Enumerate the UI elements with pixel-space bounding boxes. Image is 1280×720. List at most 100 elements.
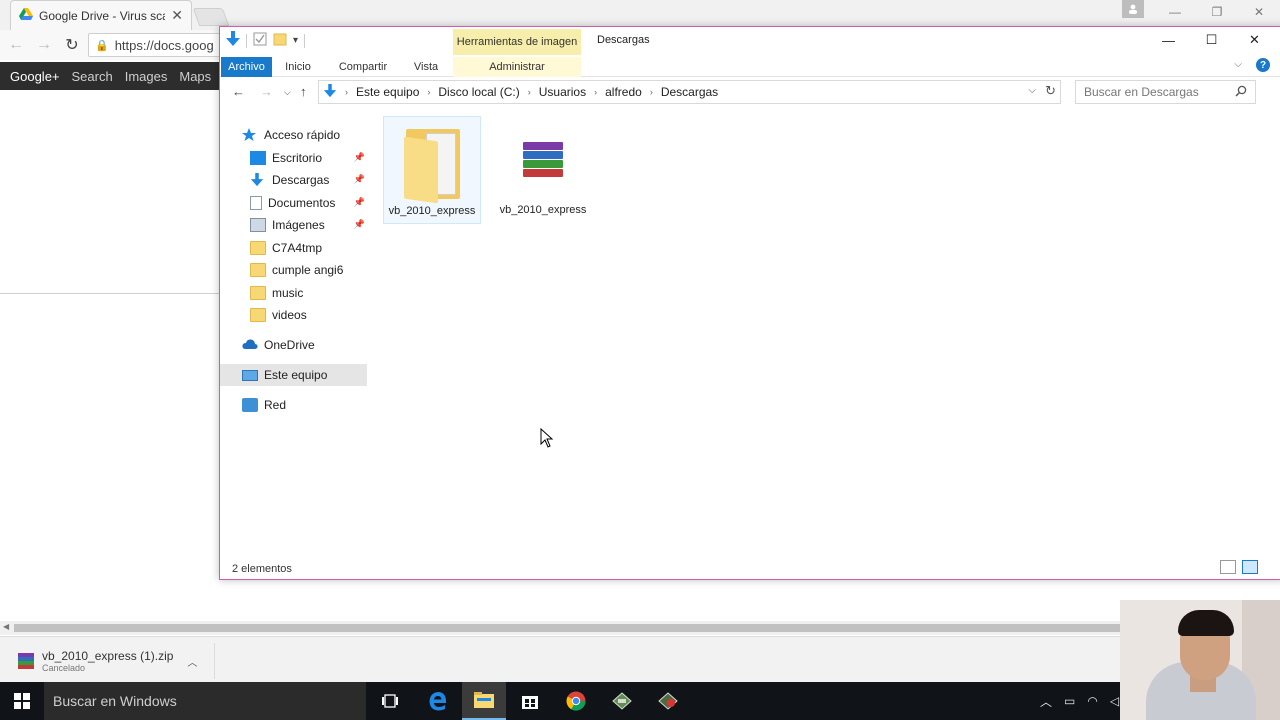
google-bar-link-plus[interactable]: Google+ <box>10 69 60 84</box>
breadcrumb-usuarios[interactable]: Usuarios <box>539 85 586 99</box>
new-tab-button[interactable] <box>192 8 230 26</box>
app-icon-green[interactable] <box>600 682 644 720</box>
file-explorer-taskbar-icon[interactable] <box>462 682 506 720</box>
sidebar-item-imagenes[interactable]: Imágenes 📌 <box>250 214 367 236</box>
google-bar-link-search[interactable]: Search <box>72 69 113 84</box>
up-arrow-icon[interactable]: ↑ <box>300 84 307 99</box>
divider <box>0 293 220 294</box>
forward-arrow-icon[interactable]: → <box>36 36 52 54</box>
search-input[interactable]: Buscar en Descargas <box>1075 80 1256 104</box>
properties-icon[interactable] <box>253 32 267 49</box>
navigation-pane: Acceso rápido Escritorio 📌 Descargas 📌 D… <box>220 123 368 423</box>
address-bar[interactable]: 🔒 https://docs.goog <box>88 33 228 57</box>
explorer-window-controls: — ☐ ✕ <box>1147 27 1276 53</box>
chrome-tab-google-drive[interactable]: Google Drive - Virus sca ✕ <box>10 0 192 30</box>
system-tray: ︿ ▭ ◠ ◁ <box>1040 682 1119 720</box>
breadcrumb[interactable]: › Este equipo › Disco local (C:) › Usuar… <box>318 80 1061 104</box>
breadcrumb-disco-local[interactable]: Disco local (C:) <box>438 85 519 99</box>
maximize-icon[interactable]: ☐ <box>1190 27 1233 53</box>
minimize-icon[interactable]: — <box>1154 0 1196 24</box>
scrollbar-thumb[interactable] <box>14 624 1264 632</box>
sidebar-item-descargas[interactable]: Descargas 📌 <box>250 169 367 191</box>
edge-browser-icon[interactable] <box>416 682 460 720</box>
google-bar-link-images[interactable]: Images <box>125 69 168 84</box>
details-view-icon[interactable] <box>1220 560 1236 574</box>
sidebar-item-onedrive[interactable]: OneDrive <box>242 334 367 356</box>
customize-toolbar-icon[interactable]: ▾ <box>293 35 298 46</box>
tab-administrar[interactable]: Administrar <box>453 57 581 77</box>
volume-icon[interactable]: ◁ <box>1110 694 1119 708</box>
ribbon-tabs: Archivo Inicio Compartir Vista Administr… <box>220 55 1280 77</box>
sidebar-item-red[interactable]: Red <box>242 394 367 416</box>
breadcrumb-este-equipo[interactable]: Este equipo <box>356 85 419 99</box>
pin-icon: 📌 <box>353 174 365 184</box>
folder-icon <box>250 263 266 277</box>
breadcrumb-descargas[interactable]: Descargas <box>661 85 718 99</box>
sidebar-item-videos[interactable]: videos <box>250 304 367 326</box>
chevron-right-icon[interactable]: › <box>594 87 597 97</box>
chrome-icon[interactable] <box>554 682 598 720</box>
close-icon[interactable]: ✕ <box>1238 0 1280 24</box>
tab-inicio[interactable]: Inicio <box>277 57 319 77</box>
chevron-down-icon[interactable]: ⌵ <box>1028 85 1036 96</box>
chevron-up-icon[interactable]: ︿ <box>1040 693 1052 710</box>
close-icon[interactable]: ✕ <box>1233 27 1276 53</box>
taskbar-search-input[interactable]: Buscar en Windows <box>44 682 366 720</box>
battery-icon[interactable]: ▭ <box>1064 694 1075 708</box>
back-arrow-icon[interactable]: ← <box>8 36 24 54</box>
tab-compartir[interactable]: Compartir <box>333 57 393 77</box>
sidebar-item-music[interactable]: music <box>250 282 367 304</box>
tab-vista[interactable]: Vista <box>408 57 444 77</box>
sidebar-item-documentos[interactable]: Documentos 📌 <box>250 192 367 214</box>
close-icon[interactable]: ✕ <box>171 7 183 24</box>
computer-icon <box>242 369 258 381</box>
sidebar-item-este-equipo[interactable]: Este equipo <box>220 364 367 386</box>
horizontal-scrollbar[interactable]: ◀ <box>0 621 1280 635</box>
quick-access-toolbar: ▾ <box>226 31 306 50</box>
google-bar-link-maps[interactable]: Maps <box>179 69 211 84</box>
download-filename: vb_2010_express (1).zip <box>42 649 174 663</box>
breadcrumb-location-icon <box>323 83 337 101</box>
sidebar-item-label: OneDrive <box>264 338 315 352</box>
chevron-right-icon[interactable]: › <box>528 87 531 97</box>
download-item[interactable]: vb_2010_express (1).zip Cancelado ︿ <box>10 643 215 679</box>
sidebar-item-c7a4tmp[interactable]: C7A4tmp <box>250 237 367 259</box>
reload-icon[interactable]: ↻ <box>64 35 80 55</box>
chevron-up-icon[interactable]: ︿ <box>187 654 197 669</box>
breadcrumb-alfredo[interactable]: alfredo <box>605 85 642 99</box>
store-icon[interactable] <box>508 682 552 720</box>
app-icon-red[interactable] <box>646 682 690 720</box>
user-profile-icon[interactable] <box>1122 0 1144 18</box>
tab-archivo[interactable]: Archivo <box>221 57 272 77</box>
new-folder-icon[interactable] <box>273 32 287 49</box>
taskbar: Buscar en Windows ︿ ▭ ◠ ◁ <box>0 682 1280 720</box>
webcam-overlay <box>1120 600 1280 720</box>
sidebar-item-label: Red <box>264 398 287 412</box>
scroll-left-icon[interactable]: ◀ <box>3 622 9 631</box>
sidebar-item-acceso-rapido[interactable]: Acceso rápido <box>242 124 367 146</box>
windows-start-icon[interactable] <box>0 682 44 720</box>
chevron-right-icon[interactable]: › <box>650 87 653 97</box>
sidebar-item-cumple-angi6[interactable]: cumple angi6 <box>250 259 367 281</box>
help-icon[interactable]: ? <box>1256 58 1270 72</box>
restore-icon[interactable]: ❐ <box>1196 0 1238 24</box>
large-icons-view-icon[interactable] <box>1242 560 1258 574</box>
task-view-icon[interactable] <box>368 682 412 720</box>
sidebar-item-escritorio[interactable]: Escritorio 📌 <box>250 147 367 169</box>
forward-arrow-icon[interactable]: → <box>260 84 273 99</box>
chrome-window-controls: — ❐ ✕ <box>1154 0 1280 28</box>
winrar-icon <box>521 142 565 178</box>
pin-icon: 📌 <box>353 219 365 229</box>
minimize-icon[interactable]: — <box>1147 27 1190 53</box>
chevron-right-icon[interactable]: › <box>345 87 348 97</box>
chevron-down-icon[interactable]: ⌵ <box>1234 59 1242 70</box>
chevron-right-icon[interactable]: › <box>427 87 430 97</box>
google-drive-icon <box>19 8 33 23</box>
recent-locations-chevron-icon[interactable]: ⌵ <box>284 87 291 98</box>
file-item-rar-archive[interactable]: vb_2010_express <box>497 116 589 224</box>
back-arrow-icon[interactable]: ← <box>232 84 245 99</box>
download-arrow-icon[interactable] <box>226 31 240 50</box>
wifi-icon[interactable]: ◠ <box>1087 694 1097 708</box>
file-item-folder[interactable]: vb_2010_express <box>383 116 481 224</box>
refresh-icon[interactable]: ↻ <box>1045 83 1056 99</box>
